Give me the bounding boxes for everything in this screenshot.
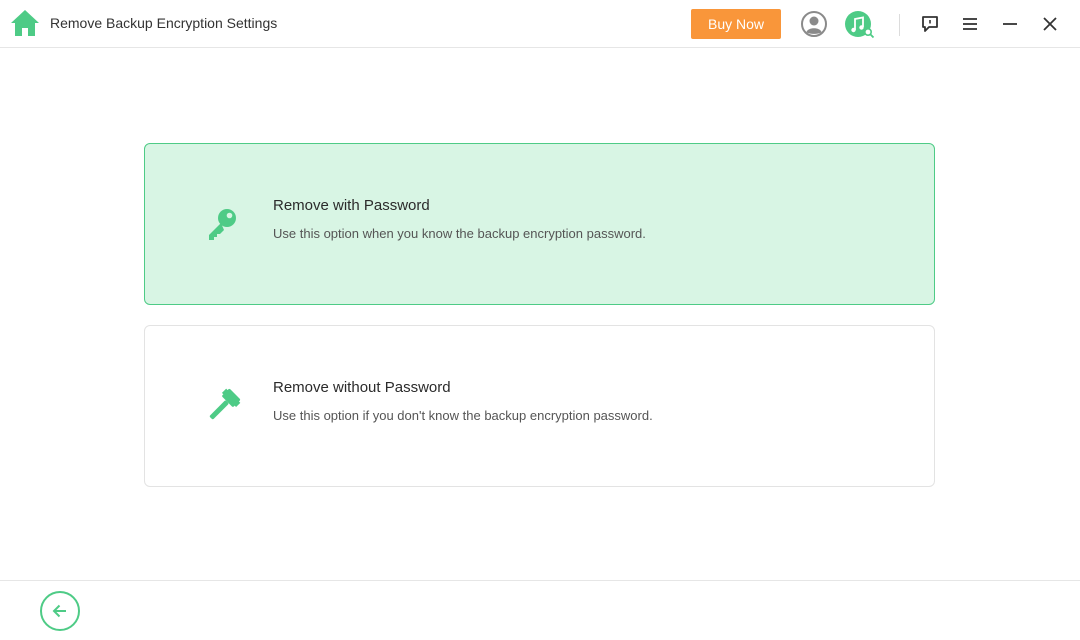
app-window: Remove Backup Encryption Settings Buy No… <box>0 0 1080 640</box>
option-description: Use this option when you know the backup… <box>273 226 646 241</box>
close-icon[interactable] <box>1038 12 1062 36</box>
feedback-icon[interactable] <box>918 12 942 36</box>
remove-with-password-option[interactable]: Remove with Password Use this option whe… <box>144 143 935 305</box>
option-description: Use this option if you don't know the ba… <box>273 408 653 423</box>
footer-bar <box>0 580 1080 640</box>
key-icon <box>203 204 243 244</box>
titlebar-divider <box>899 14 900 36</box>
minimize-icon[interactable] <box>998 12 1022 36</box>
home-icon[interactable] <box>10 8 40 38</box>
remove-without-password-option[interactable]: Remove without Password Use this option … <box>144 325 935 487</box>
title-bar: Remove Backup Encryption Settings Buy No… <box>0 0 1080 48</box>
app-title: Remove Backup Encryption Settings <box>50 15 278 31</box>
user-icon[interactable] <box>800 10 828 38</box>
menu-icon[interactable] <box>958 12 982 36</box>
option-title: Remove without Password <box>273 379 451 396</box>
music-search-icon[interactable] <box>844 10 876 40</box>
buy-now-button[interactable]: Buy Now <box>691 9 781 39</box>
back-button[interactable] <box>40 591 80 631</box>
hammer-icon <box>203 386 243 426</box>
option-title: Remove with Password <box>273 197 430 214</box>
back-arrow-icon <box>52 604 66 618</box>
